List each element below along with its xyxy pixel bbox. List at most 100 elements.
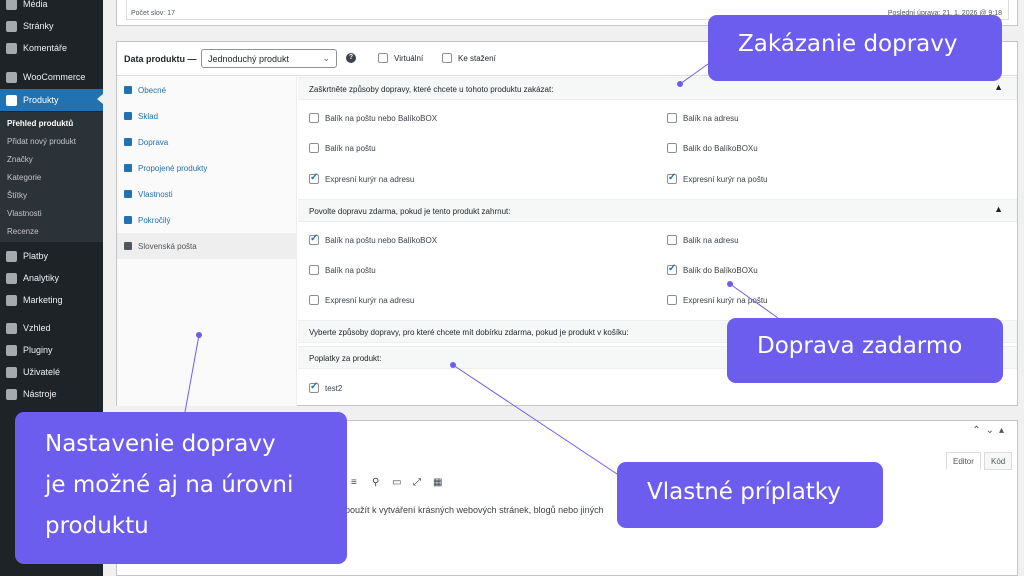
callout-disable-shipping: Zakázanie dopravy bbox=[708, 15, 1002, 81]
align-icon[interactable]: ≡ bbox=[351, 477, 357, 488]
tab-inventory[interactable]: Sklad bbox=[117, 103, 297, 129]
woocommerce-icon bbox=[6, 71, 17, 83]
fullscreen-icon[interactable]: ⤢ bbox=[413, 477, 421, 488]
wrench-icon bbox=[124, 86, 132, 94]
s1-option-6[interactable]: Expresní kurýr na poštu bbox=[667, 172, 767, 184]
callout-free-shipping: Doprava zadarmo bbox=[727, 318, 1003, 383]
products-submenu: Přehled produktů Přidat nový produkt Zna… bbox=[0, 112, 103, 242]
callout-line: Nastavenie dopravy bbox=[45, 431, 276, 457]
submenu-all-products[interactable]: Přehled produktů bbox=[7, 119, 73, 128]
media-icon bbox=[6, 0, 17, 10]
tab-attributes[interactable]: Vlastnosti bbox=[117, 181, 297, 207]
sidebar-item-payments[interactable]: Platby bbox=[0, 246, 103, 266]
editor-text[interactable]: použít k vytváření krásných webových str… bbox=[345, 505, 604, 515]
virtual-checkbox[interactable]: Virtuální bbox=[378, 53, 423, 63]
sidebar-item-marketing[interactable]: Marketing bbox=[0, 290, 103, 310]
submenu-reviews[interactable]: Recenze bbox=[7, 227, 39, 236]
checkbox[interactable] bbox=[667, 113, 677, 123]
pages-icon bbox=[6, 20, 17, 32]
checkbox-checked[interactable] bbox=[309, 172, 319, 184]
link-icon[interactable]: ⚲ bbox=[372, 477, 379, 488]
tab-editor[interactable]: Editor bbox=[946, 452, 981, 470]
tab-slovenska-posta[interactable]: Slovenská pošta bbox=[117, 233, 297, 259]
product-data-tabs: Obecné Sklad Doprava Propojené produkty … bbox=[117, 77, 297, 406]
sidebar-item-tools[interactable]: Nástroje bbox=[0, 384, 103, 404]
tab-shipping[interactable]: Doprava bbox=[117, 129, 297, 155]
help-icon[interactable]: ? bbox=[346, 53, 356, 63]
checkbox[interactable] bbox=[667, 235, 677, 245]
tools-icon bbox=[6, 388, 17, 400]
virtual-checkbox-box[interactable] bbox=[378, 53, 388, 63]
sidebar-item-products[interactable]: Produkty bbox=[0, 89, 103, 111]
sidebar-item-comments[interactable]: Komentáře bbox=[0, 38, 103, 58]
tab-advanced[interactable]: Pokročilý bbox=[117, 207, 297, 233]
chevron-up-icon[interactable]: ▲ bbox=[994, 204, 1003, 214]
s2-option-6[interactable]: Expresní kurýr na poštu bbox=[667, 295, 767, 305]
checkbox[interactable] bbox=[667, 143, 677, 153]
s2-option-4[interactable]: Balík do BalíkoBOXu bbox=[667, 263, 758, 275]
checkbox[interactable] bbox=[309, 265, 319, 275]
submenu-add-product[interactable]: Přidat nový produkt bbox=[7, 137, 76, 146]
read-more-icon[interactable]: ▭ bbox=[392, 477, 401, 488]
s1-option-4[interactable]: Balík do BalíkoBOXu bbox=[667, 143, 758, 153]
sidebar-item-plugins[interactable]: Pluginy bbox=[0, 340, 103, 360]
s1-option-1[interactable]: Balík na poštu nebo BalíkoBOX bbox=[309, 113, 437, 123]
sidebar-item-analytics[interactable]: Analytiky bbox=[0, 268, 103, 288]
analytics-icon bbox=[6, 272, 17, 284]
sidebar-item-media[interactable]: Média bbox=[0, 0, 103, 14]
wrench-icon bbox=[124, 242, 132, 250]
box-controls[interactable]: ⌃⌄▴ bbox=[972, 425, 1009, 436]
checkbox-checked[interactable] bbox=[667, 263, 677, 275]
tab-linked-products[interactable]: Propojené produkty bbox=[117, 155, 297, 181]
checkbox-checked[interactable] bbox=[309, 233, 319, 245]
chevron-up-icon[interactable]: ▲ bbox=[994, 82, 1003, 92]
checkbox[interactable] bbox=[667, 295, 677, 305]
payments-icon bbox=[6, 250, 17, 262]
users-icon bbox=[6, 366, 17, 378]
comments-icon bbox=[6, 42, 17, 54]
link-icon bbox=[124, 164, 132, 172]
downloadable-checkbox[interactable]: Ke stažení bbox=[442, 53, 496, 63]
sidebar-item-pages[interactable]: Stránky bbox=[0, 16, 103, 36]
s1-option-2[interactable]: Balík na adresu bbox=[667, 113, 739, 123]
product-type-select[interactable]: Jednoduchý produkt ⌄ bbox=[201, 49, 337, 68]
fee-option-test2[interactable]: test2 bbox=[309, 381, 342, 393]
checkbox[interactable] bbox=[309, 113, 319, 123]
appearance-icon bbox=[6, 322, 17, 334]
product-data-label: Data produktu — bbox=[124, 54, 197, 64]
checkbox-checked[interactable] bbox=[667, 172, 677, 184]
s1-option-5[interactable]: Expresní kurýr na adresu bbox=[309, 172, 414, 184]
s1-option-3[interactable]: Balík na poštu bbox=[309, 143, 376, 153]
checkbox[interactable] bbox=[309, 295, 319, 305]
word-count: Počet slov: 17 bbox=[131, 10, 175, 17]
tag-icon bbox=[124, 112, 132, 120]
downloadable-checkbox-box[interactable] bbox=[442, 53, 452, 63]
tab-general[interactable]: Obecné bbox=[117, 77, 297, 103]
callout-custom-fees: Vlastné príplatky bbox=[617, 462, 883, 528]
products-icon bbox=[6, 94, 17, 106]
keyboard-icon[interactable]: ▦ bbox=[433, 477, 442, 488]
s2-option-3[interactable]: Balík na poštu bbox=[309, 265, 376, 275]
sidebar-item-users[interactable]: Uživatelé bbox=[0, 362, 103, 382]
section-free-shipping[interactable]: Povolte dopravu zdarma, pokud je tento p… bbox=[298, 199, 1017, 222]
marketing-icon bbox=[6, 294, 17, 306]
submenu-tags[interactable]: Štítky bbox=[7, 191, 27, 200]
plugins-icon bbox=[6, 344, 17, 356]
submenu-attributes[interactable]: Vlastnosti bbox=[7, 209, 42, 218]
sidebar-item-appearance[interactable]: Vzhled bbox=[0, 318, 103, 338]
s2-option-2[interactable]: Balík na adresu bbox=[667, 235, 739, 245]
chevron-down-icon: ⌄ bbox=[322, 53, 330, 63]
callout-product-level: Nastavenie dopravy je možné aj na úrovni… bbox=[15, 412, 347, 564]
checkbox-checked[interactable] bbox=[309, 381, 319, 393]
truck-icon bbox=[124, 138, 132, 146]
checkbox[interactable] bbox=[309, 143, 319, 153]
callout-line: produktu bbox=[45, 513, 149, 539]
s2-option-5[interactable]: Expresní kurýr na adresu bbox=[309, 295, 414, 305]
submenu-categories[interactable]: Kategorie bbox=[7, 173, 41, 182]
gear-icon bbox=[124, 216, 132, 224]
submenu-brands[interactable]: Značky bbox=[7, 155, 33, 164]
sidebar-item-woocommerce[interactable]: WooCommerce bbox=[0, 67, 103, 87]
list-icon bbox=[124, 190, 132, 198]
s2-option-1[interactable]: Balík na poštu nebo BalíkoBOX bbox=[309, 233, 437, 245]
tab-code[interactable]: Kód bbox=[984, 452, 1013, 470]
